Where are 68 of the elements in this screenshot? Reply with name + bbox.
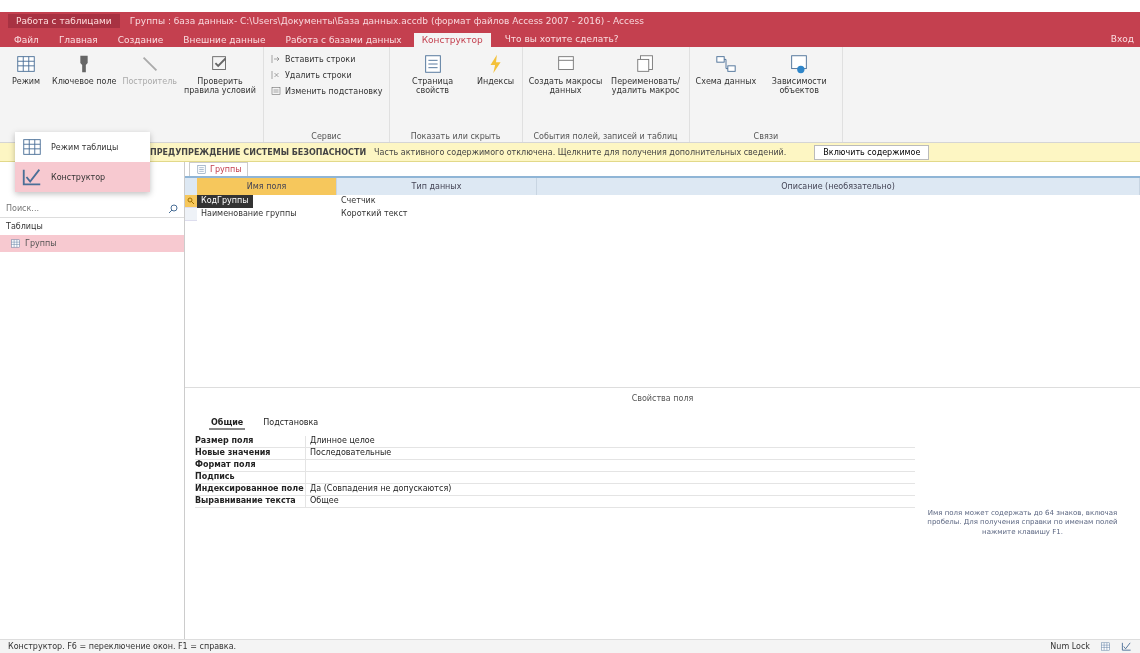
group-label: Связи: [752, 132, 780, 141]
column-header: Описание (необязательно): [537, 178, 1140, 195]
ribbon-button[interactable]: Индексы: [473, 50, 518, 132]
menu-item[interactable]: Режим таблицы: [15, 132, 150, 162]
nav-item[interactable]: Группы: [0, 235, 184, 252]
ribbon-button[interactable]: Удалить строки: [268, 68, 385, 82]
document-tab[interactable]: Группы: [189, 162, 249, 176]
table-icon: [10, 238, 21, 249]
design-view-icon: [1121, 641, 1132, 652]
search-icon: [168, 203, 178, 214]
group-label: Показать или скрыть: [409, 132, 502, 141]
table-icon: [21, 136, 43, 158]
property-value[interactable]: Длинное целое: [305, 436, 915, 447]
property-name: Размер поля: [195, 436, 255, 447]
group-label: События полей, записей и таблиц: [532, 132, 679, 141]
window-title: Группы : база данных- C:\Users\Документы\База данных.accdb (формат файлов Access 2007 - 2016) - Access: [129, 16, 644, 26]
properties-tab[interactable]: Общие: [209, 417, 246, 430]
ribbon-button[interactable]: Проверить правила условий: [181, 50, 259, 141]
context-tab-label: Работа с таблицами: [8, 14, 120, 28]
ribbon-tab[interactable]: Работа с базами данных: [277, 33, 410, 47]
ribbon-button[interactable]: Переименовать/удалить макрос: [606, 50, 685, 132]
group-label: Сервис: [310, 132, 343, 141]
property-name: Индексированное поле: [195, 484, 305, 495]
properties-tab[interactable]: Подстановка: [261, 417, 321, 430]
row-selector[interactable]: [185, 195, 197, 208]
insert-rows-icon: [270, 53, 282, 65]
ribbon-button[interactable]: Изменить подстановку: [268, 84, 385, 98]
search-field[interactable]: Поиск...: [0, 200, 184, 218]
row-selector[interactable]: [185, 208, 197, 221]
key-icon: [187, 197, 195, 205]
property-value[interactable]: Да (Совпадения не допускаются): [305, 484, 915, 495]
num-lock-indicator: Num Lock: [1050, 642, 1090, 651]
enable-content-button[interactable]: Включить содержимое: [814, 144, 930, 160]
nav-section-header[interactable]: Таблицы: [0, 218, 184, 235]
delete-rows-icon: [270, 69, 282, 81]
list-icon: [270, 85, 282, 97]
table-icon: [15, 53, 37, 75]
properties-title: Свойства поля: [630, 394, 695, 403]
ribbon-tab[interactable]: Создание: [109, 33, 172, 47]
ribbon-tab[interactable]: Конструктор: [413, 33, 491, 47]
column-header: Имя поля: [197, 178, 337, 195]
property-value[interactable]: Последовательные: [305, 448, 915, 459]
ribbon-tab[interactable]: Главная: [50, 33, 106, 47]
ribbon-button[interactable]: Зависимости объектов: [760, 50, 839, 132]
relationships-icon: [714, 53, 737, 75]
property-name: Выравнивание текста: [195, 496, 297, 507]
field-name-cell[interactable]: КодГруппы: [197, 195, 253, 208]
ribbon-button[interactable]: Схема данных: [693, 50, 759, 132]
sign-in-link[interactable]: Вход: [1110, 34, 1134, 47]
search-input[interactable]: Поиск...: [6, 204, 146, 213]
design-view-icon: [21, 166, 43, 188]
property-name: Подпись: [195, 472, 236, 483]
status-text: Конструктор. F6 = переключение окон. F1 = справка.: [8, 642, 237, 651]
security-title: ПРЕДУПРЕЖДЕНИЕ СИСТЕМЫ БЕЗОПАСНОСТИ: [150, 147, 367, 157]
security-message: Часть активного содержимого отключена. Щелкните для получения дополнительных сведений.: [374, 147, 787, 157]
property-name: Новые значения: [195, 448, 272, 459]
property-value[interactable]: Общее: [305, 496, 915, 507]
tell-me-field[interactable]: Что вы хотите сделать?: [504, 34, 619, 47]
ribbon-button[interactable]: Страница свойств: [393, 50, 472, 132]
ribbon-tab[interactable]: Файл: [6, 33, 47, 47]
ribbon-button[interactable]: Вставить строки: [268, 52, 385, 66]
menu-item[interactable]: Конструктор: [15, 162, 150, 192]
property-name: Формат поля: [195, 460, 257, 471]
properties-sheet-icon: [196, 164, 207, 175]
ribbon-button[interactable]: Создать макросы данных: [526, 50, 605, 132]
grid-corner: [185, 178, 197, 195]
ribbon-tab[interactable]: Внешние данные: [175, 33, 274, 47]
column-header: Тип данных: [337, 178, 537, 195]
